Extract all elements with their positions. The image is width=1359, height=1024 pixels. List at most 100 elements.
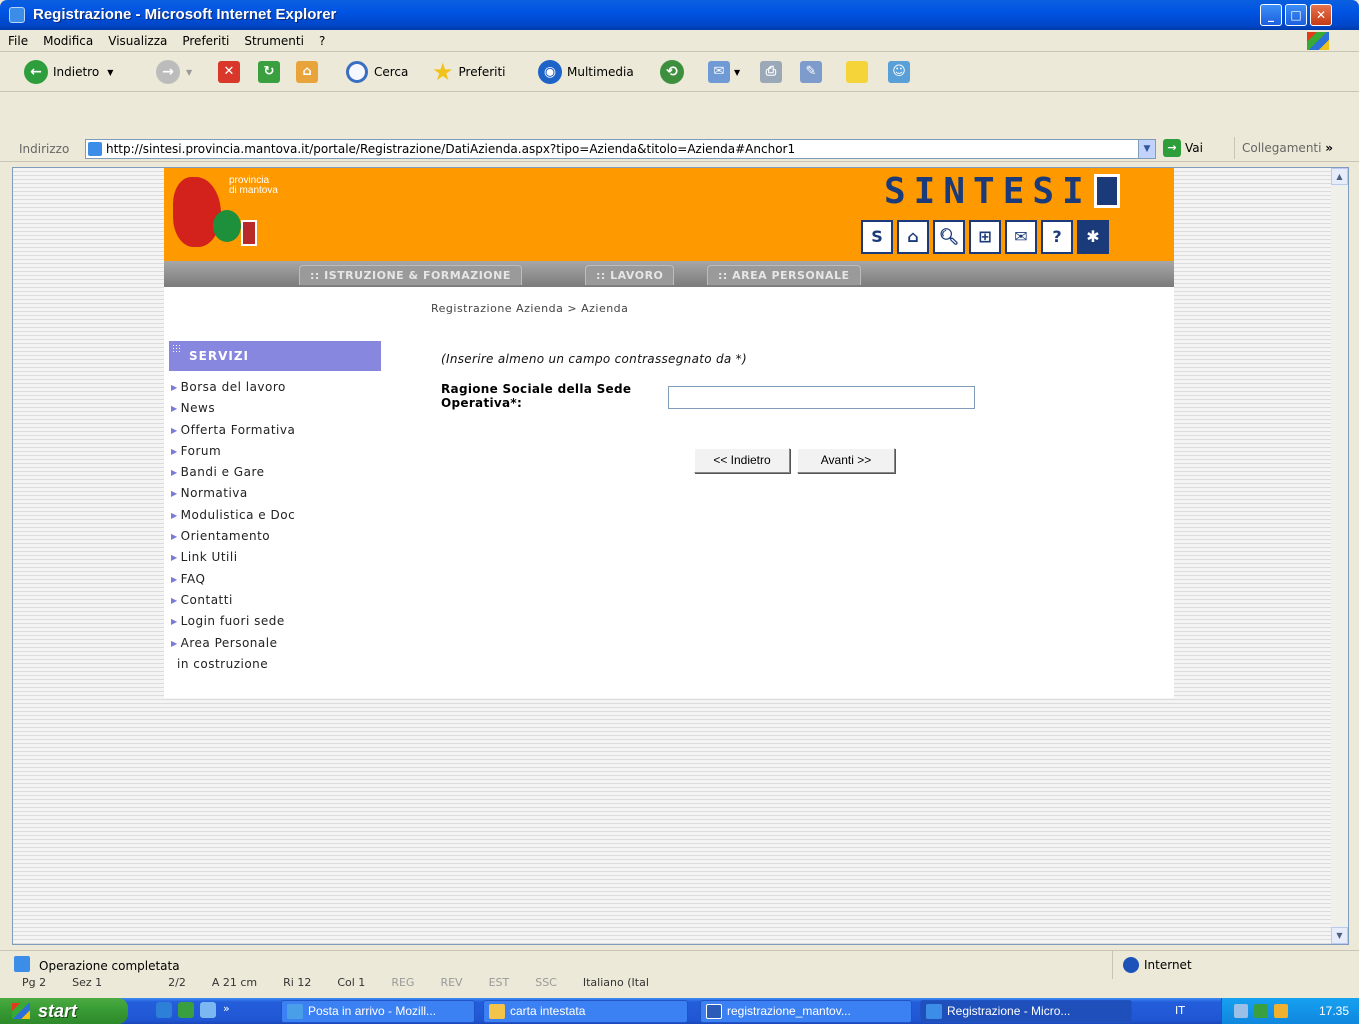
menu-file[interactable]: File [0, 30, 35, 48]
crest-icon [241, 220, 257, 246]
media-button[interactable]: ◉ Multimedia [538, 59, 634, 85]
menu-modifica[interactable]: Modifica [35, 30, 100, 48]
sidebar-item-label: Link Utili [180, 550, 238, 565]
vertical-scrollbar[interactable]: ▲ ▼ [1331, 168, 1348, 944]
edit-icon: ✎ [800, 61, 822, 83]
print-button[interactable]: ⎙ [760, 59, 782, 85]
minimize-button[interactable]: _ [1260, 4, 1282, 26]
task-mozilla-mail[interactable]: Posta in arrivo - Mozill... [281, 1000, 475, 1023]
help-icon[interactable]: ? [1041, 220, 1073, 254]
bullet-icon: ▶ [171, 595, 178, 605]
tab-lavoro[interactable]: :: LAVORO [585, 265, 675, 285]
sidebar-item-label: Borsa del lavoro [180, 380, 286, 394]
sidebar-item-contatti[interactable]: ▶ Contatti [169, 590, 381, 611]
forward-button[interactable]: → ▼ [156, 59, 192, 85]
go-label: Vai [1185, 141, 1203, 155]
fan-icon[interactable]: ✱ [1077, 220, 1109, 254]
task-ie[interactable]: Registrazione - Micro... [920, 1000, 1132, 1023]
sidebar-item-link-utili[interactable]: ▶ Link Utili [169, 547, 381, 568]
menu-strumenti[interactable]: Strumenti [236, 30, 311, 48]
next-form-button[interactable]: Avanti >> [797, 448, 895, 473]
sidebar-item-login-fuori-sede[interactable]: ▶ Login fuori sede [169, 611, 381, 632]
sidebar-item-offerta-formativa[interactable]: ▶ Offerta Formativa [169, 420, 381, 441]
tab-area-personale[interactable]: :: AREA PERSONALE [707, 265, 861, 285]
desktop-quicklaunch-icon[interactable] [178, 1002, 194, 1018]
go-button[interactable]: → Vai [1163, 139, 1203, 157]
sidebar-item-news[interactable]: ▶ News [169, 398, 381, 419]
sidebar-item-label: Offerta Formativa [180, 422, 296, 437]
sidebar-item-label: Login fuori sede [180, 614, 285, 629]
word-est: EST [488, 978, 510, 988]
links-label: Collegamenti [1242, 141, 1322, 155]
sidebar-item-label: Normativa [180, 486, 248, 501]
ragione-sociale-input[interactable] [668, 386, 975, 409]
tray-app-icon[interactable] [1254, 1004, 1268, 1018]
edit-button[interactable]: ✎ [800, 59, 822, 85]
discuss-button[interactable] [846, 59, 868, 85]
sintesi-brand[interactable]: SINTESI [884, 174, 1120, 210]
logo-line-2: di mantova [229, 185, 278, 196]
start-button[interactable]: start [0, 998, 128, 1024]
favorites-button[interactable]: ★ Preferiti [432, 59, 506, 85]
word-page: Pg 2 [22, 978, 47, 988]
address-dropdown-icon[interactable]: ▼ [1138, 140, 1155, 158]
search-button[interactable]: Cerca [346, 59, 408, 85]
sidebar-item-faq[interactable]: ▶ FAQ [169, 569, 381, 590]
search-label: Cerca [374, 65, 409, 79]
sidebar-item-label: Forum [180, 443, 222, 458]
scroll-down-icon[interactable]: ▼ [1331, 927, 1348, 944]
maximize-button[interactable]: □ [1285, 4, 1307, 26]
home-button[interactable]: ⌂ [296, 59, 318, 85]
sitemap-icon[interactable]: ⊞ [969, 220, 1001, 254]
sidebar-item-normativa[interactable]: ▶ Normativa [169, 483, 381, 504]
taskbar: start » Posta in arrivo - Mozill... cart… [0, 998, 1359, 1024]
refresh-button[interactable]: ↻ [258, 59, 280, 85]
title-bar[interactable]: Registrazione - Microsoft Internet Explo… [0, 0, 1359, 30]
provincia-logo[interactable]: provincia di mantova [171, 172, 281, 254]
network-icon[interactable] [1234, 1004, 1248, 1018]
search-doc-icon[interactable]: 🔍︎ [933, 220, 965, 254]
language-indicator[interactable]: IT [1175, 998, 1185, 1024]
word-section: Sez 1 [72, 978, 103, 988]
task-word[interactable]: registrazione_mantov... [700, 1000, 912, 1023]
sidebar-item-forum[interactable]: ▶ Forum [169, 441, 381, 462]
task-folder[interactable]: carta intestata [483, 1000, 688, 1023]
close-button[interactable]: ✕ [1310, 4, 1332, 26]
mail-icon[interactable]: ✉ [1005, 220, 1037, 254]
sidebar-item-label: News [180, 401, 216, 416]
links-button[interactable]: Collegamenti » [1234, 137, 1333, 159]
tray-app-icon[interactable] [1274, 1004, 1288, 1018]
menu-visualizza[interactable]: Visualizza [100, 30, 174, 48]
word-line: Ri 12 [283, 978, 312, 988]
messenger-button[interactable]: ☺ [888, 59, 910, 85]
printer-icon: ⎙ [760, 61, 782, 83]
form-hint: (Inserire almeno un campo contrassegnato… [441, 352, 747, 366]
back-button[interactable]: ← Indietro ▼ [24, 59, 113, 85]
go-arrow-icon: → [1163, 139, 1181, 157]
sidebar-title-text: SERVIZI [189, 349, 249, 363]
quicklaunch-more-icon[interactable]: » [223, 1002, 230, 1015]
ie-quicklaunch-icon[interactable] [156, 1002, 172, 1018]
back-form-button[interactable]: << Indietro [694, 448, 790, 473]
home-icon[interactable]: ⌂ [897, 220, 929, 254]
media-icon: ◉ [538, 60, 562, 84]
sidebar-item-orientamento[interactable]: ▶ Orientamento [169, 526, 381, 547]
address-input[interactable]: http://sintesi.provincia.mantova.it/port… [85, 139, 1156, 159]
mozilla-quicklaunch-icon[interactable] [200, 1002, 216, 1018]
page-icon [88, 142, 102, 156]
scroll-up-icon[interactable]: ▲ [1331, 168, 1348, 185]
tab-istruzione-formazione[interactable]: :: ISTRUZIONE & FORMAZIONE [299, 265, 522, 285]
menu-help[interactable]: ? [311, 30, 332, 48]
sintesi-s-icon[interactable]: S [861, 220, 893, 254]
sidebar-item-bandi-gare[interactable]: ▶ Bandi e Gare [169, 462, 381, 483]
menu-bar: File Modifica Visualizza Preferiti Strumenti… [0, 30, 1359, 52]
menu-preferiti[interactable]: Preferiti [174, 30, 236, 48]
word-pages: 2/2 [168, 978, 186, 988]
sidebar-item-modulistica[interactable]: ▶ Modulistica e Doc [169, 505, 381, 526]
mail-button[interactable]: ✉ ▼ [708, 59, 740, 85]
history-button[interactable]: ⟲ [660, 59, 684, 85]
system-tray: 17.35 [1221, 998, 1359, 1024]
sidebar-item-borsa-lavoro[interactable]: ▶ Borsa del lavoro [169, 377, 381, 398]
sidebar-item-area-personale[interactable]: ▶ Area Personale [169, 633, 381, 654]
stop-button[interactable]: ✕ [218, 59, 240, 85]
